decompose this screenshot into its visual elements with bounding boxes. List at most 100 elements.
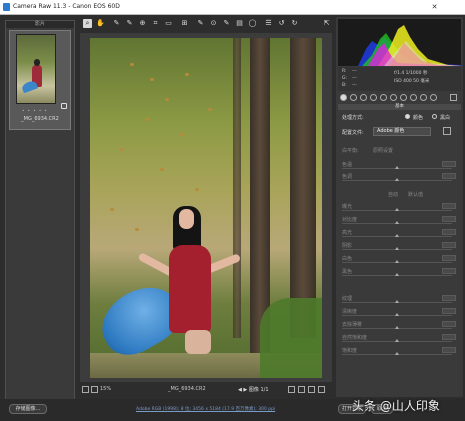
profile-label: 配置文件: <box>342 130 364 136</box>
image-navigator[interactable]: ◀ ▶ 图像 1/1 <box>238 386 269 393</box>
image-preview-area[interactable] <box>80 33 332 382</box>
rotate-right-icon[interactable]: ↻ <box>290 19 299 28</box>
white-balance-tool-icon[interactable]: ✎ <box>112 19 121 28</box>
slider-value-field[interactable] <box>442 308 456 314</box>
slider-value-field[interactable] <box>442 295 456 301</box>
profile-select[interactable]: Adobe 颜色 <box>373 127 431 136</box>
tab-presets-icon[interactable] <box>420 94 427 101</box>
preview-photo[interactable] <box>90 38 322 378</box>
targeted-adjustment-tool-icon[interactable]: ⊕ <box>138 19 147 28</box>
zoom-in-icon[interactable] <box>91 386 98 393</box>
tab-effects-icon[interactable] <box>400 94 407 101</box>
slider-thumb[interactable] <box>395 208 399 211</box>
slider-row: 色温 <box>342 161 460 172</box>
tab-tone-curve-icon[interactable] <box>350 94 357 101</box>
tab-hsl-icon[interactable] <box>370 94 377 101</box>
before-after-swap-icon[interactable] <box>298 386 305 393</box>
slider-thumb[interactable] <box>395 300 399 303</box>
image-counter: 图像 1/1 <box>248 387 269 393</box>
zoom-out-icon[interactable] <box>82 386 89 393</box>
filmstrip-panel: 影片 • • • • • _MG_6934.CR2 <box>5 20 75 400</box>
slider-thumb[interactable] <box>395 313 399 316</box>
close-icon[interactable]: ✕ <box>429 1 440 13</box>
face <box>179 209 194 229</box>
slider-value-field[interactable] <box>442 268 456 274</box>
save-image-button[interactable]: 存储图像... <box>9 404 47 414</box>
color-radio[interactable] <box>405 114 410 119</box>
slider-thumb[interactable] <box>395 326 399 329</box>
rotate-left-icon[interactable]: ↺ <box>277 19 286 28</box>
slider-value-field[interactable] <box>442 161 456 167</box>
slider-thumb[interactable] <box>395 273 399 276</box>
crop-tool-icon[interactable]: ⌗ <box>151 19 160 28</box>
tab-basic-icon[interactable] <box>340 94 347 101</box>
slider-thumb[interactable] <box>395 178 399 181</box>
slider-value-field[interactable] <box>442 173 456 179</box>
before-after-copy-icon[interactable] <box>308 386 315 393</box>
spot-removal-tool-icon[interactable]: ✎ <box>196 19 205 28</box>
slider-value-field[interactable] <box>442 216 456 222</box>
falling-leaf <box>208 108 212 111</box>
tab-detail-icon[interactable] <box>360 94 367 101</box>
slider-value-field[interactable] <box>442 242 456 248</box>
slider-value-field[interactable] <box>442 321 456 327</box>
tab-snapshots-icon[interactable] <box>430 94 437 101</box>
slider-row: 清晰度 <box>342 308 460 319</box>
bw-radio-label: 黑白 <box>440 115 451 121</box>
transform-tool-icon[interactable]: ⊞ <box>180 19 189 28</box>
tab-split-toning-icon[interactable] <box>380 94 387 101</box>
white-balance-select[interactable]: 原照设置 <box>373 147 393 154</box>
slider-label: 自然饱和度 <box>342 335 368 341</box>
profile-browser-icon[interactable] <box>443 127 451 135</box>
filmstrip-header: 影片 <box>6 21 74 28</box>
color-sampler-tool-icon[interactable]: ✎ <box>125 19 134 28</box>
zoom-tool-icon[interactable]: ⌕ <box>83 19 92 28</box>
red-eye-tool-icon[interactable]: ⊙ <box>209 19 218 28</box>
slider-thumb[interactable] <box>395 221 399 224</box>
bw-radio[interactable] <box>432 114 437 119</box>
falling-leaf <box>165 98 169 101</box>
slider-value-field[interactable] <box>442 203 456 209</box>
window-title: Camera Raw 11.3 - Canon EOS 60D <box>13 3 120 10</box>
slider-thumb[interactable] <box>395 247 399 250</box>
slider-thumb[interactable] <box>395 260 399 263</box>
auto-button[interactable]: 自动 <box>388 191 398 198</box>
slider-thumb[interactable] <box>395 234 399 237</box>
hand-tool-icon[interactable]: ✋ <box>96 19 105 28</box>
slider-row: 高光 <box>342 229 460 240</box>
slider-label: 阴影 <box>342 243 353 249</box>
slider-row: 黑色 <box>342 268 460 279</box>
toggle-settings-icon[interactable] <box>318 386 325 393</box>
zoom-level[interactable]: 15% <box>100 386 111 392</box>
straighten-tool-icon[interactable]: ▭ <box>164 19 173 28</box>
radial-filter-tool-icon[interactable]: ◯ <box>248 19 257 28</box>
workflow-options-link[interactable]: Adobe RGB (1998); 8 位; 3456 x 5184 (17.9… <box>136 406 275 412</box>
b-label: B: <box>342 83 347 88</box>
filmstrip-thumbnail[interactable]: • • • • • _MG_6934.CR2 <box>9 30 71 130</box>
tree-trunk <box>233 38 241 338</box>
before-after-y-icon[interactable] <box>288 386 295 393</box>
slider-thumb[interactable] <box>395 166 399 169</box>
graduated-filter-tool-icon[interactable]: ▤ <box>235 19 244 28</box>
tab-calibration-icon[interactable] <box>410 94 417 101</box>
slider-value-field[interactable] <box>442 229 456 235</box>
falling-leaf <box>145 118 149 121</box>
slider-value-field[interactable] <box>442 334 456 340</box>
slider-value-field[interactable] <box>442 347 456 353</box>
falling-leaf <box>135 228 139 231</box>
thumb-head <box>34 59 40 66</box>
r-label: R: <box>342 69 347 74</box>
slider-value-field[interactable] <box>442 255 456 261</box>
panel-menu-icon[interactable] <box>450 94 457 101</box>
slider-label: 曝光 <box>342 204 353 210</box>
color-radio-label: 颜色 <box>413 115 424 121</box>
adjustment-brush-tool-icon[interactable]: ✎ <box>222 19 231 28</box>
rating-stars[interactable]: • • • • • <box>22 108 48 113</box>
slider-thumb[interactable] <box>395 352 399 355</box>
fullscreen-icon[interactable]: ⇱ <box>322 19 331 28</box>
default-button[interactable]: 默认值 <box>408 191 423 198</box>
thumbnail-image[interactable] <box>16 34 56 104</box>
slider-thumb[interactable] <box>395 339 399 342</box>
preferences-tool-icon[interactable]: ☰ <box>264 19 273 28</box>
tab-lens-icon[interactable] <box>390 94 397 101</box>
